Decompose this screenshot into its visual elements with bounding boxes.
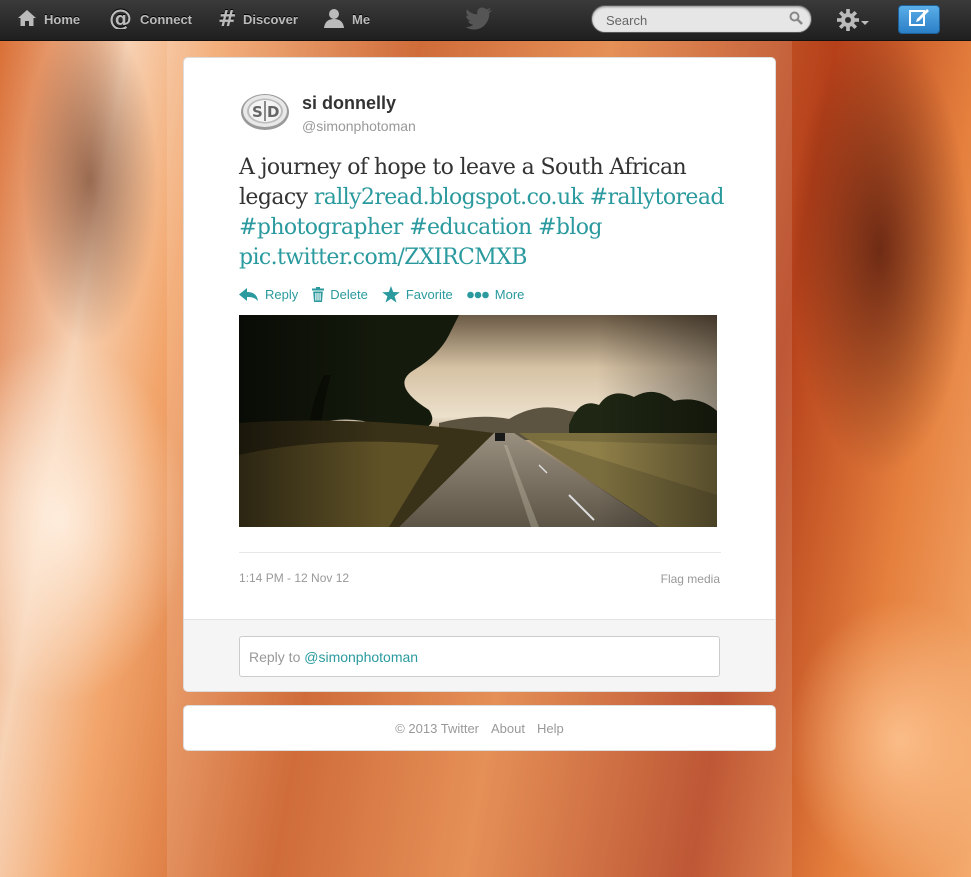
nav-me[interactable]: Me [323,8,370,30]
tweet-actions: Reply Delete Favorite More [239,286,538,303]
at-icon: @ [109,6,133,32]
svg-text:D: D [267,103,279,121]
hashtag-link[interactable]: #rallytoread [590,185,725,210]
reply-label: Reply [265,287,299,302]
compose-icon [908,7,930,32]
favorite-button[interactable]: Favorite [382,286,453,303]
nav-discover-label: Discover [243,11,298,27]
settings-menu[interactable] [836,8,870,37]
tweet-link[interactable]: rally2read.blogspot.co.uk [314,185,584,210]
reply-button[interactable]: Reply [239,287,298,302]
delete-button[interactable]: Delete [312,287,368,302]
reply-area: Reply to @simonphotoman [184,619,775,691]
more-label: More [494,287,525,302]
reply-input[interactable]: Reply to @simonphotoman [239,636,720,677]
divider [239,552,721,553]
hashtag-link[interactable]: #blog [538,215,602,240]
nav-me-label: Me [352,11,371,27]
avatar[interactable]: S D [240,92,290,132]
nav-connect[interactable]: @ Connect [109,6,192,32]
reply-icon [239,287,259,302]
ellipsis-icon [466,291,489,299]
delete-label: Delete [330,287,368,302]
hashtag-link[interactable]: #photographer [239,215,403,240]
hashtag-icon: # [218,7,236,32]
help-link[interactable]: Help [537,721,564,736]
flag-media-link[interactable]: Flag media [661,572,720,586]
compose-tweet-button[interactable] [898,5,940,34]
reply-placeholder: Reply to [249,649,301,665]
svg-text:@: @ [109,7,132,29]
nav-home-label: Home [44,11,81,27]
svg-text:#: # [218,8,236,28]
footer: © 2013 Twitter About Help [183,705,776,751]
search-icon[interactable] [789,11,803,30]
more-button[interactable]: More [466,287,525,302]
tweet-author-name[interactable]: si donnelly [302,93,396,114]
favorite-label: Favorite [405,287,453,302]
nav-connect-label: Connect [140,11,192,27]
chevron-down-icon [860,14,870,32]
star-icon [382,286,400,303]
tweet-card: S D si donnelly @simonphotoman A journey… [183,57,776,692]
twitter-bird-icon [465,7,493,36]
top-nav-bar: Home @ Connect # Discover Me [0,0,971,41]
hashtag-link[interactable]: #education [409,215,532,240]
search-box [591,5,812,33]
svg-text:S: S [252,103,263,121]
copyright-text: © 2013 Twitter [395,720,480,736]
trash-icon [312,287,325,302]
person-icon [323,8,345,31]
search-input[interactable] [604,10,788,30]
nav-home[interactable]: Home [17,8,80,30]
about-link[interactable]: About [491,721,525,736]
tweet-text: A journey of hope to leave a South Afric… [239,153,729,273]
home-icon [17,9,37,30]
reply-mention: @simonphotoman [304,649,419,665]
tweet-author-username[interactable]: @simonphotoman [302,118,416,134]
tweet-photo[interactable] [239,315,717,527]
pic-link[interactable]: pic.twitter.com/ZXIRCMXB [239,245,527,270]
nav-discover[interactable]: # Discover [218,7,298,32]
tweet-timestamp[interactable]: 1:14 PM - 12 Nov 12 [239,571,349,585]
gear-icon [836,8,860,37]
